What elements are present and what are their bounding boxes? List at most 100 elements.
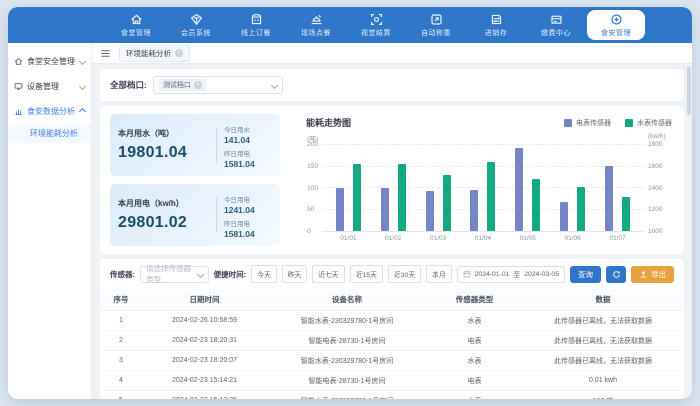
bar-电表传感器-01/01[interactable] xyxy=(336,188,344,231)
payment-icon xyxy=(550,13,563,26)
bar-水表传感器-01/01[interactable] xyxy=(353,164,361,231)
search-button[interactable]: 查询 xyxy=(570,266,601,283)
cell-datetime: 2024-02-26 10:58:59 xyxy=(142,311,267,331)
cell-index: 2 xyxy=(100,331,142,351)
bar-水表传感器-01/06[interactable] xyxy=(577,187,585,231)
quick-btn-this-month[interactable]: 本月 xyxy=(426,265,452,283)
stats-chart-panel: 本月用水（吨） 19801.04 今日用水 141.04 昨日用电 1581.0… xyxy=(100,106,684,254)
table-head: 序号 日期时间 设备名称 传感器类型 数据 xyxy=(100,289,684,311)
quick-btn-today[interactable]: 今天 xyxy=(251,265,277,283)
tab-bar: 环境能耗分析 × xyxy=(92,43,692,64)
bar-水表传感器-01/05[interactable] xyxy=(532,179,540,231)
nav-item-auto-weigh[interactable]: 自动称重 xyxy=(407,7,465,43)
date-range-picker[interactable]: 2024-01-01 至 2024-03-05 xyxy=(457,266,565,283)
water-stat-value: 19801.04 xyxy=(118,144,209,162)
stats-column: 本月用水（吨） 19801.04 今日用水 141.04 昨日用电 1581.0… xyxy=(110,114,280,246)
nav-item-member-system[interactable]: 会员系统 xyxy=(167,7,225,43)
bar-电表传感器-01/04[interactable] xyxy=(470,190,478,231)
yesterday-value: 1581.04 xyxy=(224,159,272,169)
table-row[interactable]: 2 2024-02-23 18:20:31 智能电表-28730-1号房间 电表… xyxy=(100,331,684,351)
bar-电表传感器-01/05[interactable] xyxy=(515,148,523,231)
left-y-axis: (吨) 200 150 100 50 0 xyxy=(292,133,322,246)
legend-label: 电表传感器 xyxy=(576,118,611,128)
sidebar-item-device-mgmt[interactable]: 设备管理 xyxy=(8,74,91,99)
nav-item-payment-center[interactable]: 缴费中心 xyxy=(527,7,585,43)
table-row[interactable]: 5 2024-02-23 15:13:25 智能水表-230329780-1号房… xyxy=(100,391,684,400)
nav-item-food-safety[interactable]: 食安管理 xyxy=(587,10,645,40)
export-label: 导出 xyxy=(651,269,666,280)
content-scroll: 全部档口: 测试档口 × 本月用水（吨） xyxy=(92,64,692,399)
sidebar-item-label: 食堂安全管理 xyxy=(27,56,75,67)
bar-水表传感器-01/04[interactable] xyxy=(487,162,495,231)
nav-label: 缴费中心 xyxy=(541,28,571,38)
cell-data: 此传感器已离线，无法获取数据 xyxy=(522,311,684,331)
nav-item-vision-checkout[interactable]: 视觉结算 xyxy=(347,7,405,43)
cell-datetime: 2024-02-23 18:20:31 xyxy=(142,331,267,351)
bar-电表传感器-01/06[interactable] xyxy=(560,202,568,231)
nav-item-online-order[interactable]: 线上订餐 xyxy=(227,7,285,43)
col-header-index: 序号 xyxy=(100,289,142,311)
home-icon xyxy=(130,13,143,26)
x-label: 01/04 xyxy=(475,235,491,246)
bar-电表传感器-01/03[interactable] xyxy=(426,191,434,231)
tab-env-energy[interactable]: 环境能耗分析 × xyxy=(119,45,190,62)
water-stat-title: 本月用水（吨） xyxy=(118,128,209,139)
divider xyxy=(216,127,217,163)
sidebar-subitem-env-energy[interactable]: 环境能耗分析 xyxy=(8,124,91,143)
chevron-down-icon xyxy=(271,81,278,88)
stall-select[interactable]: 测试档口 × xyxy=(153,76,283,94)
bar-group-01/05 xyxy=(515,145,540,231)
vertical-scrollbar[interactable] xyxy=(687,67,691,397)
stall-filter-card: 全部档口: 测试档口 × xyxy=(100,69,684,101)
export-button[interactable]: 导出 xyxy=(631,266,674,283)
table-row[interactable]: 1 2024-02-26 10:58:59 智能水表-230329780-1号房… xyxy=(100,311,684,331)
electric-stat-title: 本月用电（kw/h） xyxy=(118,198,209,209)
nav-label: 视觉结算 xyxy=(361,28,391,38)
table-row[interactable]: 4 2024-02-23 15:14:21 智能电表-28730-1号房间 电表… xyxy=(100,371,684,391)
cell-datetime: 2024-02-23 15:13:25 xyxy=(142,391,267,400)
sensor-select-placeholder: 请选择传感器类型 xyxy=(146,263,198,285)
electric-stat-value: 29801.02 xyxy=(118,214,209,232)
quick-btn-30days[interactable]: 近30天 xyxy=(388,265,421,283)
bar-水表传感器-01/02[interactable] xyxy=(398,164,406,231)
cell-sensor-type: 电表 xyxy=(427,331,522,351)
chart-legend: 电表传感器 水表传感器 xyxy=(564,118,672,128)
nav-item-onsite-order[interactable]: 现场点餐 xyxy=(287,7,345,43)
yesterday-value: 1581.04 xyxy=(224,229,272,239)
quick-btn-yesterday[interactable]: 昨天 xyxy=(282,265,308,283)
refresh-button[interactable] xyxy=(606,266,626,283)
app-window: 食堂管理 会员系统 线上订餐 现场点餐 视觉结算 自动称重 进销存 缴费中心 xyxy=(8,7,692,399)
sensor-type-select[interactable]: 请选择传感器类型 xyxy=(140,266,209,283)
sensor-filter-label: 传感器: xyxy=(110,269,135,280)
date-start: 2024-01-01 xyxy=(475,271,510,278)
query-row: 传感器: 请选择传感器类型 便捷时间: 今天 昨天 近七天 近15天 近30天 … xyxy=(100,259,684,289)
bar-电表传感器-01/02[interactable] xyxy=(381,188,389,231)
tag-close-icon[interactable]: × xyxy=(194,81,202,89)
cell-data: 此传感器已离线，无法获取数据 xyxy=(522,331,684,351)
table-body: 1 2024-02-26 10:58:59 智能水表-230329780-1号房… xyxy=(100,311,684,400)
col-header-datetime: 日期时间 xyxy=(142,289,267,311)
bar-电表传感器-01/07[interactable] xyxy=(605,166,613,231)
legend-electric[interactable]: 电表传感器 xyxy=(564,118,611,128)
cell-index: 5 xyxy=(100,391,142,400)
quick-btn-15days[interactable]: 近15天 xyxy=(350,265,383,283)
sidebar-item-data-analysis[interactable]: 食安数据分析 xyxy=(8,99,91,124)
bar-水表传感器-01/07[interactable] xyxy=(622,197,630,231)
nav-item-inventory[interactable]: 进销存 xyxy=(467,7,525,43)
top-nav: 食堂管理 会员系统 线上订餐 现场点餐 视觉结算 自动称重 进销存 缴费中心 xyxy=(8,7,692,43)
scrollbar-thumb[interactable] xyxy=(687,67,691,115)
table-row[interactable]: 3 2024-02-23 18:20:07 智能水表-230329780-1号房… xyxy=(100,351,684,371)
menu-fold-icon[interactable] xyxy=(100,48,111,59)
quick-btn-7days[interactable]: 近七天 xyxy=(312,265,344,283)
sidebar-item-canteen-safety[interactable]: 食堂安全管理 xyxy=(8,49,91,74)
bar-group-01/02 xyxy=(381,145,406,231)
bar-水表传感器-01/03[interactable] xyxy=(443,175,451,231)
today-water-label: 今日用水 xyxy=(224,124,272,134)
stall-tag-label: 测试档口 xyxy=(163,80,191,90)
energy-trend-chart: 能耗走势图 电表传感器 水表传感器 xyxy=(292,114,674,246)
nav-item-canteen-mgmt[interactable]: 食堂管理 xyxy=(107,7,165,43)
electric-stat-card: 本月用电（kw/h） 29801.02 今日用电 1241.04 昨日用电 15… xyxy=(110,184,280,246)
legend-water[interactable]: 水表传感器 xyxy=(625,118,672,128)
tab-close-icon[interactable]: × xyxy=(175,49,183,57)
cell-index: 4 xyxy=(100,371,142,391)
